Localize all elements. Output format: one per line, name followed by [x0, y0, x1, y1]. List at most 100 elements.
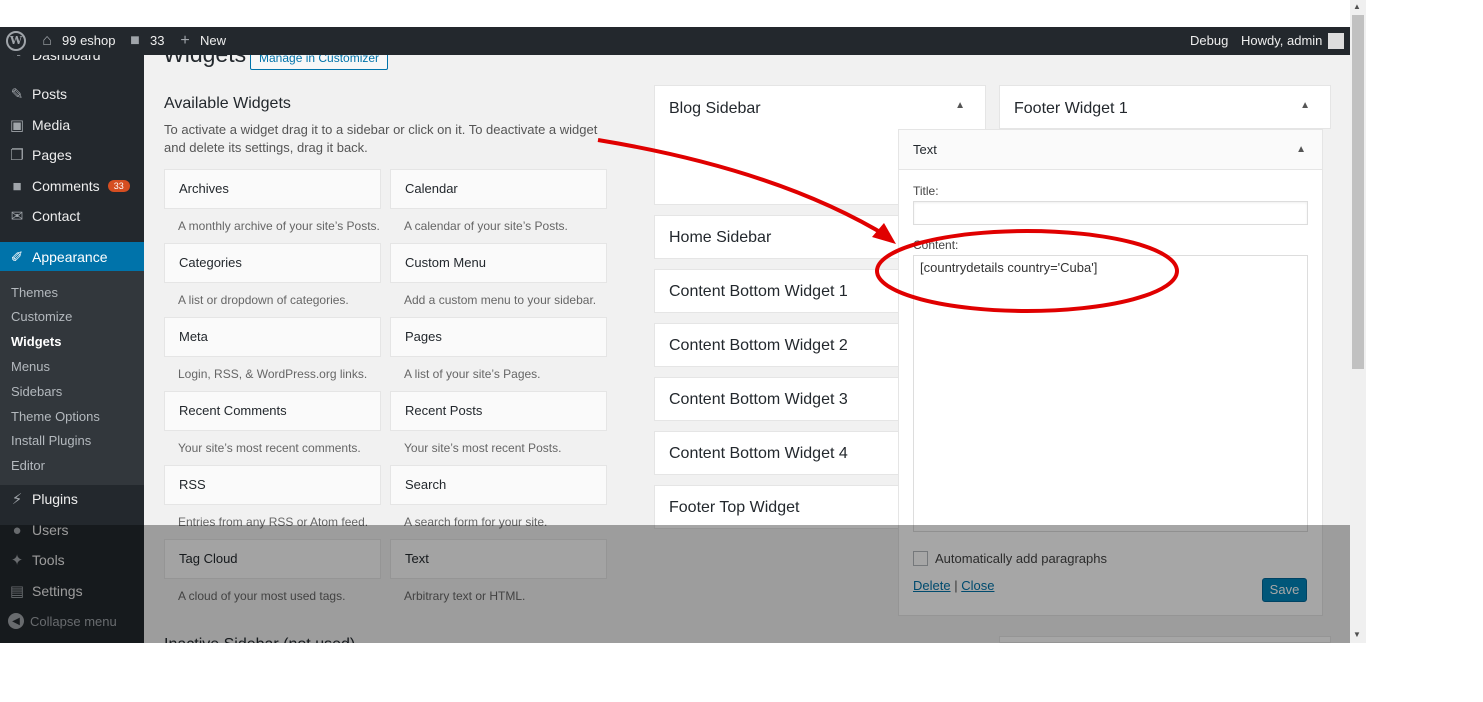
widget-description: A list of your site’s Pages. — [404, 367, 541, 381]
sidebar-item-users[interactable]: ● Users — [0, 515, 144, 545]
available-widgets-heading: Available Widgets — [164, 95, 291, 112]
submenu-item-editor[interactable]: Editor — [11, 458, 45, 473]
text-widget-panel: Text ▲ Title: Content: [countrydetails c… — [898, 129, 1323, 616]
submenu-item-themes[interactable]: Themes — [11, 285, 58, 300]
submenu-item-widgets[interactable]: Widgets — [11, 334, 61, 349]
widget-tag-cloud[interactable]: Tag Cloud — [164, 539, 381, 579]
widget-recent-comments[interactable]: Recent Comments — [164, 391, 381, 431]
widget-description: Entries from any RSS or Atom feed. — [178, 515, 369, 529]
pages-icon: ❐ — [10, 147, 24, 164]
scroll-up-arrow-icon[interactable]: ▲ — [1353, 2, 1361, 11]
widget-categories[interactable]: Categories — [164, 243, 381, 283]
auto-paragraph-checkbox[interactable] — [913, 551, 928, 566]
sidebar-item-settings[interactable]: ▤ Settings — [0, 576, 144, 606]
sidebar-item-pages[interactable]: ❐ Pages — [0, 140, 144, 170]
site-name-label: 99 eshop — [62, 33, 116, 48]
user-icon: ● — [12, 521, 22, 539]
sidebar-item-plugins[interactable]: ⚡ Plugins — [0, 484, 144, 514]
sidebar-item-label: Contact — [32, 208, 81, 224]
page-scrollbar[interactable]: ▲ ▼ — [1350, 0, 1366, 643]
sidebar-title: Blog Sidebar — [669, 100, 761, 117]
submenu-item-menus[interactable]: Menus — [11, 359, 50, 374]
inactive-sidebar-heading: Inactive Sidebar (not used) — [164, 636, 355, 643]
widget-description: Add a custom menu to your sidebar. — [404, 293, 597, 307]
widget-meta[interactable]: Meta — [164, 317, 381, 357]
collapse-arrow-icon[interactable]: ▲ — [1296, 144, 1306, 155]
sidebar-item-appearance[interactable]: ✐ Appearance — [0, 242, 144, 272]
widget-custom-menu[interactable]: Custom Menu — [390, 243, 607, 283]
sidebar-item-label: Comments — [32, 178, 100, 194]
link-separator: | — [954, 578, 958, 593]
title-input[interactable] — [913, 201, 1308, 225]
comment-bubble-icon: ■ — [130, 32, 140, 49]
sidebar-item-tools[interactable]: ✦ Tools — [0, 545, 144, 575]
scroll-down-arrow-icon[interactable]: ▼ — [1353, 630, 1361, 639]
submenu-item-customize[interactable]: Customize — [11, 309, 72, 324]
sidebar-title: Footer Top Widget — [669, 499, 800, 516]
new-label: New — [200, 33, 227, 48]
sidebar-title: Footer Widget 1 — [1014, 100, 1128, 117]
home-icon: ⌂ — [42, 32, 52, 49]
comments-count-badge: 33 — [107, 180, 130, 192]
sidebar-item-label: Settings — [32, 583, 83, 599]
widget-description: Arbitrary text or HTML. — [404, 589, 526, 603]
sidebar-item-comments[interactable]: ■ Comments 33 — [0, 171, 144, 201]
collapse-arrow-icon[interactable]: ▲ — [1300, 100, 1310, 111]
new-content-link[interactable]: + New — [176, 27, 226, 55]
sidebar-item-contact[interactable]: ✉ Contact — [0, 201, 144, 231]
text-widget-title: Text — [913, 142, 937, 157]
browser-viewport: W ⌂ 99 eshop ■ 33 + New Debug Howdy, adm… — [0, 0, 1366, 643]
plus-icon: + — [180, 32, 190, 49]
account-menu[interactable]: Howdy, admin — [1241, 27, 1345, 55]
sidebar-item-label: Posts — [32, 86, 68, 102]
comment-bubble-icon: ■ — [12, 177, 22, 195]
widget-pages[interactable]: Pages — [390, 317, 607, 357]
submenu-item-install-plugins[interactable]: Install Plugins — [11, 433, 91, 448]
comments-link[interactable]: ■ 33 — [126, 27, 164, 55]
submenu-item-sidebars[interactable]: Sidebars — [11, 384, 62, 399]
sidebar-footer-1[interactable]: Footer Widget 1 ▲ — [999, 85, 1331, 129]
sidebar-title: Content Bottom Widget 2 — [669, 337, 848, 354]
collapse-arrow-icon[interactable]: ▲ — [955, 100, 965, 111]
widget-description: A list or dropdown of categories. — [178, 293, 349, 307]
sidebar-item-label: Appearance — [32, 249, 108, 265]
widget-archives[interactable]: Archives — [164, 169, 381, 209]
wp-logo-menu[interactable]: W — [6, 27, 26, 55]
avatar — [1328, 33, 1345, 49]
close-link[interactable]: Close — [961, 578, 994, 593]
save-button[interactable]: Save — [1262, 578, 1307, 602]
submenu-item-theme-options[interactable]: Theme Options — [11, 409, 100, 424]
content-textarea[interactable]: [countrydetails country='Cuba'] — [913, 255, 1308, 532]
widget-description: A cloud of your most used tags. — [178, 589, 346, 603]
debug-label: Debug — [1190, 33, 1229, 48]
sidebar-title: Content Bottom Widget 1 — [669, 283, 848, 300]
widget-search[interactable]: Search — [390, 465, 607, 505]
auto-paragraph-label: Automatically add paragraphs — [935, 551, 1107, 566]
envelope-icon: ✉ — [10, 208, 24, 225]
sidebar-title: Content Bottom Widget 4 — [669, 445, 848, 462]
sidebar-item-media[interactable]: ▣ Media — [0, 110, 144, 140]
site-name-link[interactable]: ⌂ 99 eshop — [38, 27, 116, 55]
widget-recent-posts[interactable]: Recent Posts — [390, 391, 607, 431]
widget-text[interactable]: Text — [390, 539, 607, 579]
settings-icon: ▤ — [9, 583, 25, 600]
widget-rss[interactable]: RSS — [164, 465, 381, 505]
howdy-label: Howdy, admin — [1241, 33, 1323, 48]
comments-count: 33 — [150, 33, 165, 48]
sidebar-item-label: Pages — [32, 147, 72, 163]
collapse-label: Collapse menu — [30, 613, 117, 629]
title-field-label: Title: — [913, 184, 939, 198]
sidebar-item-label: Plugins — [32, 491, 78, 507]
sidebar-item-label: Users — [32, 522, 69, 538]
sidebar-item-posts[interactable]: ✎ Posts — [0, 79, 144, 109]
sidebar-title: Home Sidebar — [669, 229, 772, 246]
sidebar-item-label: Media — [32, 117, 71, 133]
media-icon: ▣ — [9, 117, 25, 134]
available-widgets-description: To activate a widget drag it to a sideba… — [164, 122, 598, 155]
delete-link[interactable]: Delete — [913, 578, 951, 593]
debug-link[interactable]: Debug — [1190, 27, 1228, 55]
text-widget-header[interactable]: Text ▲ — [899, 130, 1322, 170]
collapse-menu-button[interactable]: ◀ Collapse menu — [8, 613, 117, 629]
scrollbar-thumb[interactable] — [1352, 15, 1364, 369]
widget-calendar[interactable]: Calendar — [390, 169, 607, 209]
